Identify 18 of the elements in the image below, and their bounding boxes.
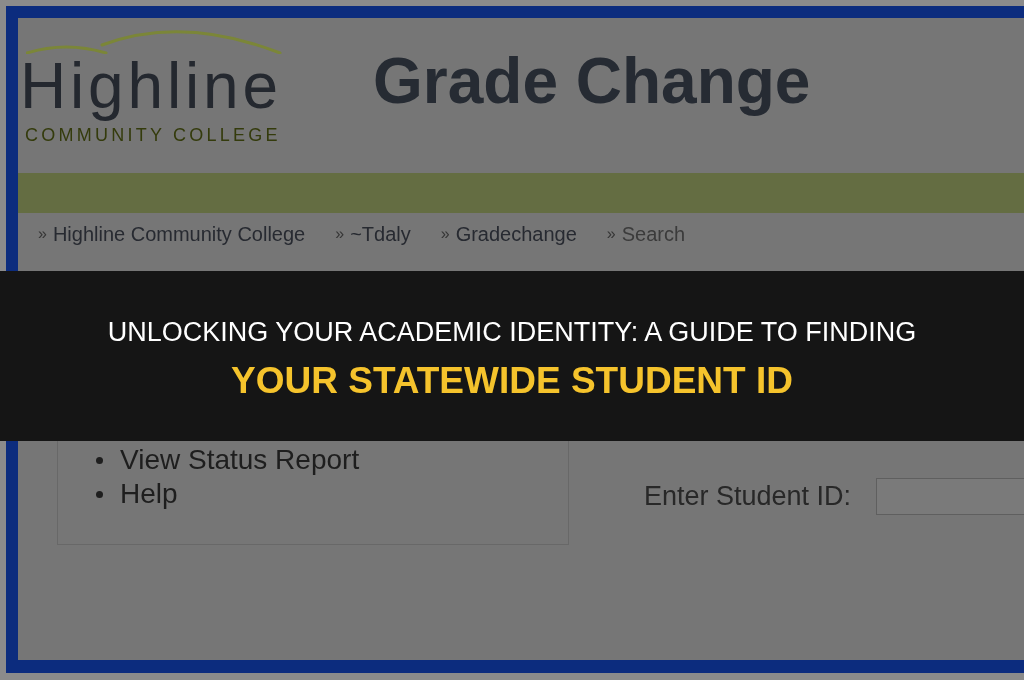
logo-tagline: COMMUNITY COLLEGE	[25, 126, 282, 144]
arcs-icon	[26, 30, 282, 54]
breadcrumb-link[interactable]: Highline Community College	[52, 222, 306, 246]
headline-highlight: YOUR STATEWIDE STUDENT ID	[231, 362, 793, 399]
breadcrumb-current: Search	[621, 222, 686, 246]
breadcrumb-separator: »	[440, 226, 450, 242]
breadcrumb-separator: »	[606, 226, 616, 242]
bullet-icon	[96, 490, 103, 498]
breadcrumb-link[interactable]: ~Tdaly	[350, 222, 411, 246]
field-label: Enter Student ID:	[644, 483, 853, 510]
breadcrumb-separator: »	[38, 226, 47, 242]
breadcrumb-separator: »	[335, 226, 345, 242]
input-field[interactable]	[876, 478, 1024, 515]
bullet-icon	[96, 456, 103, 464]
breadcrumb-link[interactable]: Gradechange	[455, 222, 577, 246]
headline: UNLOCKING YOUR ACADEMIC IDENTITY: A GUIDE TO FINDING	[107, 319, 917, 346]
quick-link[interactable]: View Status Report	[120, 443, 360, 477]
quick-link[interactable]: Help	[120, 477, 178, 511]
